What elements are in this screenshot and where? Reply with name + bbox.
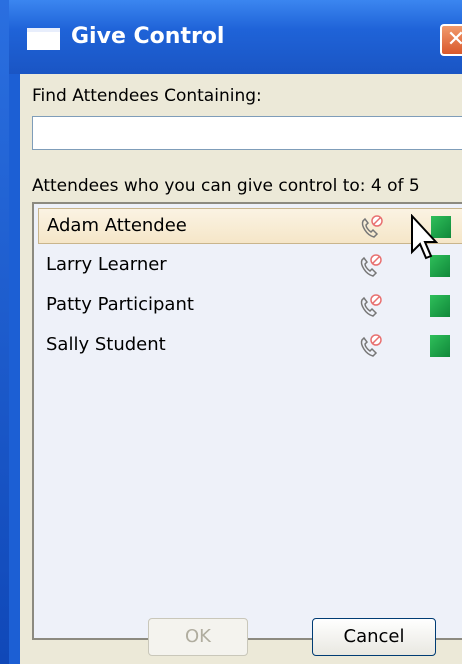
phone-muted-icon [360,294,382,317]
attendee-list[interactable]: Adam Attendee Larry Learner Patty Partic… [32,202,462,640]
find-attendees-input[interactable] [32,116,462,150]
green-status-icon[interactable] [430,335,450,357]
list-item-adam-attendee[interactable]: Adam Attendee [38,208,462,244]
title-bar[interactable]: Give Control ✕ [9,0,462,74]
attendee-name: Sally Student [46,334,166,355]
give-control-dialog: Give Control ✕ Find Attendees Containing… [0,0,462,664]
attendee-name: Patty Participant [46,294,194,315]
attendee-name: Larry Learner [46,254,167,275]
list-item-patty-participant[interactable]: Patty Participant [38,288,462,324]
phone-muted-icon [360,334,382,357]
list-item-sally-student[interactable]: Sally Student [38,328,462,364]
dialog-title: Give Control [71,24,225,49]
phone-muted-icon [361,215,383,238]
close-button[interactable]: ✕ [440,24,462,56]
green-status-icon[interactable] [430,295,450,317]
cancel-button[interactable]: Cancel [312,618,436,656]
list-item-larry-learner[interactable]: Larry Learner [38,248,462,284]
window-icon [27,28,60,50]
attendee-name: Adam Attendee [47,215,187,236]
dialog-body: Find Attendees Containing: Attendees who… [20,74,462,664]
phone-muted-icon [360,254,382,277]
mouse-cursor-icon [411,214,438,260]
ok-button[interactable]: OK [148,618,248,656]
window-edge [0,0,9,664]
close-icon: ✕ [446,27,462,52]
attendee-count-label: Attendees who you can give control to: 4… [32,176,420,196]
find-attendees-label: Find Attendees Containing: [32,86,262,106]
